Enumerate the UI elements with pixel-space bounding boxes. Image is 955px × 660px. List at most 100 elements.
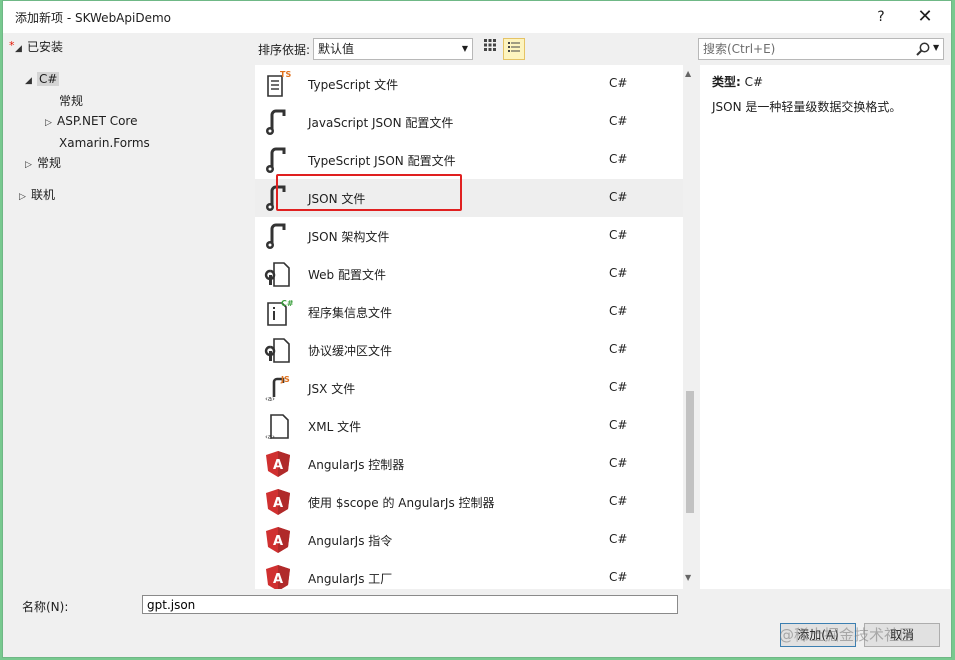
expand-arrow-icon[interactable]: ▷: [45, 113, 57, 133]
typescript-file-icon: TS: [263, 69, 293, 99]
expand-arrow-icon[interactable]: ▷: [25, 155, 37, 175]
cancel-button[interactable]: 取消: [864, 623, 940, 647]
scroll-thumb[interactable]: [686, 391, 694, 513]
scroll-up-icon[interactable]: ▲: [685, 69, 691, 78]
list-item-name: TypeScript JSON 配置文件: [308, 154, 456, 168]
json-schema-icon: [263, 221, 293, 251]
list-item[interactable]: Web 配置文件 C#: [255, 255, 683, 293]
list-scrollbar[interactable]: ▲ ▼: [683, 65, 697, 589]
list-item-language: C#: [609, 494, 628, 508]
list-item[interactable]: TS TypeScript 文件 C#: [255, 65, 683, 103]
list-item-name: 程序集信息文件: [308, 306, 393, 320]
list-item-name: JSON 文件: [308, 192, 366, 206]
tree-item-csharp[interactable]: ◢ C#: [25, 69, 60, 91]
list-item-name: 使用 $scope 的 AngularJs 控制器: [308, 496, 495, 510]
web-config-icon: [263, 259, 293, 289]
list-view-button[interactable]: [503, 38, 525, 60]
list-item[interactable]: TypeScript JSON 配置文件 C#: [255, 141, 683, 179]
list-item-language: C#: [609, 570, 628, 584]
list-item[interactable]: A AngularJs 指令 C#: [255, 521, 683, 559]
name-label: 名称(N):: [22, 600, 69, 614]
grid-icon: [484, 39, 496, 51]
svg-text:‹a›: ‹a›: [265, 433, 275, 441]
tree-item-aspnet-core[interactable]: ▷ ASP.NET Core: [45, 111, 137, 131]
tree-item-online[interactable]: ▷ 联机: [19, 185, 55, 205]
list-item-language: C#: [609, 190, 628, 204]
list-item[interactable]: A 使用 $scope 的 AngularJs 控制器 C#: [255, 483, 683, 521]
list-item-name: AngularJs 指令: [308, 534, 393, 548]
list-item-language: C#: [609, 304, 628, 318]
assembly-info-icon: C#: [263, 297, 294, 327]
list-item[interactable]: JSON 架构文件 C#: [255, 217, 683, 255]
list-item-language: C#: [609, 76, 628, 90]
title-bar: 添加新项 - SKWebApiDemo ? ✕: [3, 1, 951, 33]
dialog-title: 添加新项 - SKWebApiDemo: [15, 11, 171, 25]
list-item-name: JSX 文件: [308, 382, 356, 396]
type-label: 类型:: [712, 75, 741, 89]
jsx-file-icon: ‹a› JS: [263, 373, 293, 403]
help-button[interactable]: ?: [867, 5, 895, 29]
list-item[interactable]: ‹a› JS JSX 文件 C#: [255, 369, 683, 407]
search-input[interactable]: [699, 39, 913, 59]
tree-item-xamarin-forms[interactable]: Xamarin.Forms: [59, 133, 150, 153]
grid-view-button[interactable]: [479, 38, 501, 60]
protobuf-file-icon: [263, 335, 293, 365]
chevron-down-icon: ▼: [461, 44, 468, 53]
json-config-icon: [263, 107, 293, 137]
chevron-down-icon[interactable]: ▼: [933, 43, 939, 52]
list-item-name: AngularJs 工厂: [308, 572, 393, 586]
angular-icon: A: [263, 563, 293, 589]
close-button[interactable]: ✕: [911, 5, 939, 29]
sort-dropdown[interactable]: 默认值 ▼: [313, 38, 473, 60]
list-item[interactable]: C# 程序集信息文件 C#: [255, 293, 683, 331]
details-pane: 类型: C# JSON 是一种轻量级数据交换格式。: [700, 65, 950, 589]
collapse-arrow-icon[interactable]: ◢: [25, 71, 37, 91]
list-item-name: Web 配置文件: [308, 268, 386, 282]
item-description: JSON 是一种轻量级数据交换格式。: [712, 100, 902, 114]
search-box: ▼: [698, 38, 944, 60]
type-value: C#: [744, 75, 764, 89]
collapse-arrow-icon[interactable]: ◢: [15, 39, 27, 59]
scroll-down-icon[interactable]: ▼: [685, 573, 691, 582]
template-category-tree: * ◢ 已安装 ◢ C# 常规 ▷ ASP.NET Core Xamarin.Form…: [9, 35, 249, 589]
list-item-language: C#: [609, 380, 628, 394]
list-item-name: TypeScript 文件: [308, 78, 399, 92]
add-button[interactable]: 添加(A): [780, 623, 856, 647]
angular-icon: A: [263, 449, 293, 479]
svg-text:A: A: [273, 458, 283, 473]
list-icon: [508, 42, 520, 52]
name-input[interactable]: [142, 595, 678, 614]
expand-arrow-icon[interactable]: ▷: [19, 187, 31, 207]
list-item[interactable]: A AngularJs 控制器 C#: [255, 445, 683, 483]
list-item[interactable]: 协议缓冲区文件 C#: [255, 331, 683, 369]
svg-text:JS: JS: [280, 375, 290, 384]
list-item[interactable]: ‹a› XML 文件 C#: [255, 407, 683, 445]
template-list: TS TypeScript 文件 C# JavaScript JSON 配置文件 C# T…: [255, 65, 683, 589]
list-item-language: C#: [609, 456, 628, 470]
svg-text:A: A: [273, 572, 283, 587]
xml-file-icon: ‹a›: [263, 411, 293, 441]
svg-text:A: A: [273, 534, 283, 549]
tree-item-installed[interactable]: * ◢ 已安装: [9, 37, 63, 59]
list-item[interactable]: A AngularJs 工厂 C#: [255, 559, 683, 589]
list-item[interactable]: JSON 文件 C#: [255, 179, 683, 217]
tree-item-general2[interactable]: ▷ 常规: [25, 153, 61, 173]
list-item-language: C#: [609, 152, 628, 166]
type-line: 类型: C#: [712, 73, 763, 90]
list-item-language: C#: [609, 266, 628, 280]
list-item-language: C#: [609, 342, 628, 356]
list-item-language: C#: [609, 228, 628, 242]
svg-text:A: A: [273, 496, 283, 511]
asterisk-icon: *: [9, 39, 15, 52]
search-icon[interactable]: [915, 41, 931, 57]
list-item-name: AngularJs 控制器: [308, 458, 405, 472]
tree-item-general[interactable]: 常规: [59, 91, 83, 111]
list-item[interactable]: JavaScript JSON 配置文件 C#: [255, 103, 683, 141]
angular-icon: A: [263, 487, 293, 517]
svg-text:TS: TS: [280, 70, 291, 79]
list-item-language: C#: [609, 418, 628, 432]
angular-icon: A: [263, 525, 293, 555]
list-item-language: C#: [609, 532, 628, 546]
sort-label: 排序依据:: [258, 43, 311, 57]
svg-text:C#: C#: [281, 299, 293, 308]
